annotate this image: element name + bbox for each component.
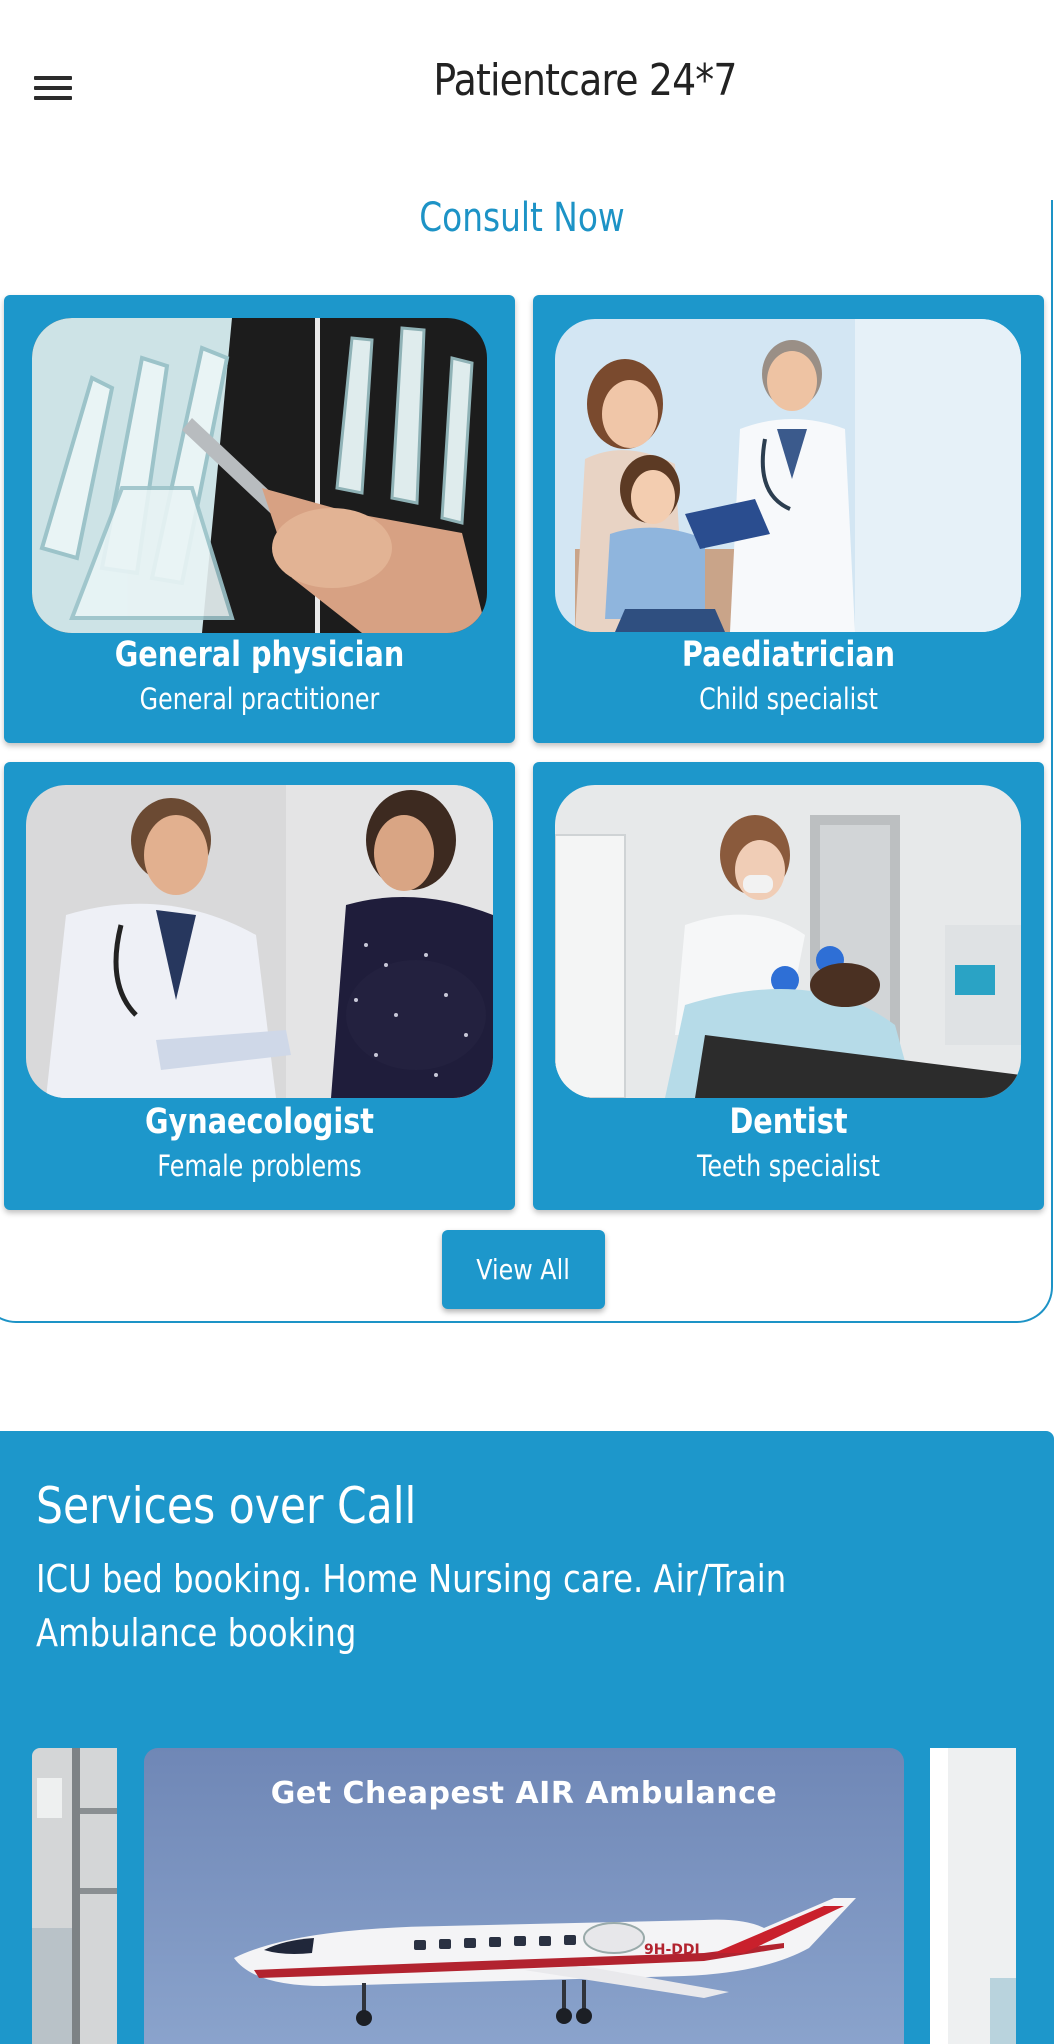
carousel-slide-next[interactable] (930, 1748, 1016, 2044)
specialty-card-paediatrician[interactable]: Paediatrician Child specialist (533, 295, 1044, 743)
specialty-subtitle: Female problems (157, 1149, 362, 1183)
services-title: Services over Call (36, 1477, 417, 1535)
specialty-card-dentist[interactable]: Dentist Teeth specialist (533, 762, 1044, 1210)
aircraft-registration-text: 9H-DDJ (644, 1942, 700, 1958)
hamburger-menu-icon[interactable] (28, 68, 80, 108)
app-bar: Patientcare 24*7 (0, 0, 1064, 175)
carousel-slide-previous[interactable] (32, 1748, 117, 2044)
specialty-subtitle: General practitioner (139, 682, 380, 716)
specialty-name: Paediatrician (681, 635, 896, 675)
view-all-button[interactable]: View All (442, 1230, 605, 1309)
hand-xray-photo (32, 318, 487, 633)
carousel-slide-caption: Get Cheapest AIR Ambulance (270, 1776, 778, 1811)
consult-now-title: Consult Now (419, 195, 625, 241)
specialty-name: Dentist (729, 1102, 848, 1142)
doctor-with-pregnant-woman-photo (26, 785, 493, 1098)
specialty-card-gynaecologist[interactable]: Gynaecologist Female problems (4, 762, 515, 1210)
specialty-card-general-physician[interactable]: General physician General practitioner (4, 295, 515, 743)
app-title: Patientcare 24*7 (433, 55, 737, 106)
specialty-name: Gynaecologist (144, 1102, 374, 1142)
dentist-treating-patient-photo (555, 785, 1021, 1098)
specialty-subtitle: Teeth specialist (696, 1149, 880, 1183)
carousel-slide-air-ambulance[interactable]: 9H-DDJ Get Cheapest AIR Ambulance (144, 1748, 904, 2044)
specialty-subtitle: Child specialist (699, 682, 878, 716)
doctor-with-mother-and-child-photo (555, 319, 1021, 632)
specialty-name: General physician (114, 635, 405, 675)
services-description: ICU bed booking. Home Nursing care. Air/… (36, 1557, 787, 1655)
